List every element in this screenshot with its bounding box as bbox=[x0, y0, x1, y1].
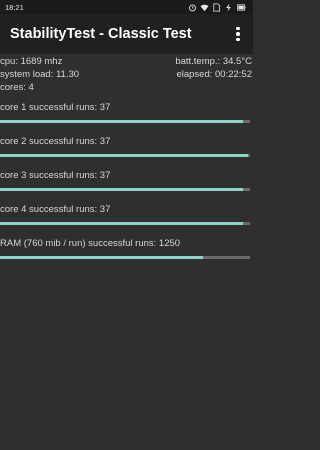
test-label: RAM (760 mib / run) successful runs: 125… bbox=[0, 238, 181, 249]
progress-fill bbox=[0, 154, 248, 157]
test-label: core 4 successful runs: 37 bbox=[0, 204, 111, 215]
app-bar: StabilityTest - Classic Test bbox=[0, 14, 253, 54]
info-row-1: cpu: 1689 mhz batt.temp.: 34.5°C bbox=[0, 56, 253, 69]
test-label: core 2 successful runs: 37 bbox=[0, 136, 111, 147]
progress-fill bbox=[0, 120, 243, 123]
test-label: core 1 successful runs: 37 bbox=[0, 102, 111, 113]
cpu-frequency: cpu: 1689 mhz bbox=[0, 56, 63, 67]
elapsed-time: elapsed: 00:22:52 bbox=[176, 69, 252, 80]
status-time: 18:21 bbox=[5, 3, 24, 12]
wifi-icon bbox=[200, 4, 209, 11]
app-title: StabilityTest - Classic Test bbox=[10, 26, 192, 42]
system-load: system load: 11.30 bbox=[0, 69, 80, 80]
progress-track bbox=[0, 154, 250, 157]
sim-icon bbox=[213, 2, 221, 12]
more-vert-icon[interactable] bbox=[231, 24, 245, 44]
info-row-3: cores: 4 bbox=[0, 82, 253, 95]
test-label: core 3 successful runs: 37 bbox=[0, 170, 111, 181]
progress-track bbox=[0, 188, 250, 191]
progress-track bbox=[0, 222, 250, 225]
core-count: cores: 4 bbox=[0, 82, 34, 93]
progress-fill bbox=[0, 222, 243, 225]
progress-track bbox=[0, 120, 250, 123]
progress-fill bbox=[0, 188, 243, 191]
info-row-2: system load: 11.30 elapsed: 00:22:52 bbox=[0, 69, 253, 82]
battery-icon bbox=[237, 3, 246, 11]
status-bar: 18:21 bbox=[0, 0, 253, 14]
progress-fill bbox=[0, 256, 203, 259]
progress-track bbox=[0, 256, 250, 259]
charging-icon bbox=[226, 2, 231, 12]
status-icons bbox=[188, 2, 247, 12]
test-content: cpu: 1689 mhz batt.temp.: 34.5°C system … bbox=[0, 54, 253, 450]
battery-temperature: batt.temp.: 34.5°C bbox=[175, 56, 252, 67]
alarm-icon bbox=[189, 4, 196, 11]
